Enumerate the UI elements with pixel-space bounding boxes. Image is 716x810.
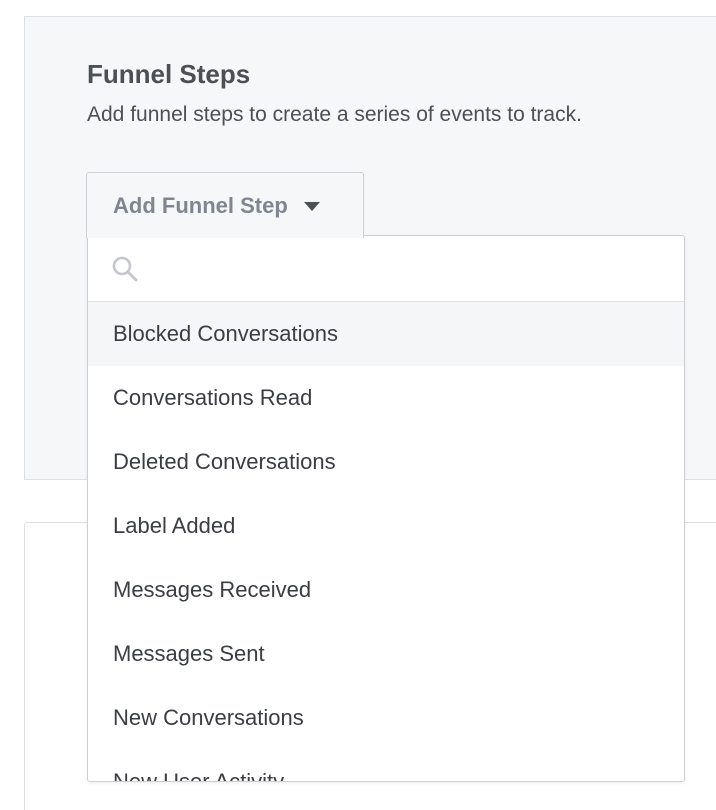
dropdown-option[interactable]: Blocked Conversations [88,302,684,366]
dropdown-option[interactable]: New Conversations [88,686,684,750]
dropdown-option[interactable]: Conversations Read [88,366,684,430]
search-icon [112,256,138,282]
dropdown-option[interactable]: Messages Received [88,558,684,622]
dropdown-option[interactable]: Label Added [88,494,684,558]
dropdown-search-row [88,236,684,302]
dropdown-option[interactable]: Messages Sent [88,622,684,686]
section-title: Funnel Steps [87,59,251,89]
funnel-step-dropdown: Blocked Conversations Conversations Read… [87,235,685,782]
caret-down-icon [303,202,320,211]
dropdown-option[interactable]: Deleted Conversations [88,430,684,494]
page: Funnel Steps Add funnel steps to create … [0,0,716,810]
section-description: Add funnel steps to create a series of e… [87,103,582,126]
dropdown-search-input[interactable] [148,246,672,292]
add-funnel-step-label: Add Funnel Step [113,192,288,218]
add-funnel-step-button[interactable]: Add Funnel Step [86,172,364,238]
dropdown-option[interactable]: New User Activity [88,750,684,781]
dropdown-option-list: Blocked Conversations Conversations Read… [88,302,684,781]
